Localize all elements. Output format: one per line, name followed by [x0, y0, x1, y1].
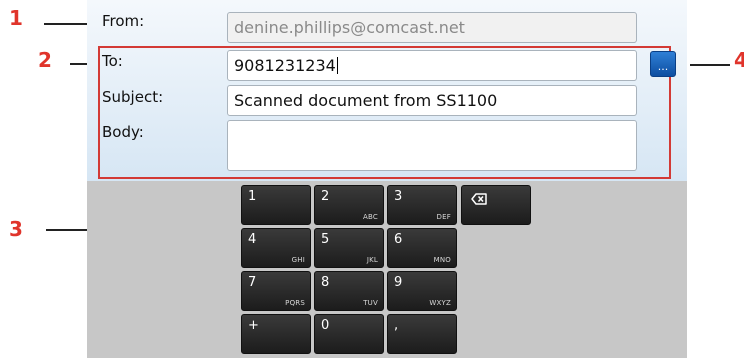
key-3-letters: DEF — [436, 213, 451, 221]
key-3-label: 3 — [394, 189, 403, 204]
key-2[interactable]: 2 ABC — [314, 185, 384, 225]
key-6-label: 6 — [394, 232, 403, 247]
callout-4: 4 — [734, 48, 744, 72]
callout-3: 3 — [9, 217, 23, 241]
from-value: denine.phillips@comcast.net — [234, 18, 465, 37]
backspace-key[interactable] — [461, 185, 531, 225]
key-plus[interactable]: + — [241, 314, 311, 354]
email-form: From: denine.phillips@comcast.net To: 90… — [87, 0, 687, 181]
key-6-letters: MNO — [433, 256, 451, 264]
key-1-label: 1 — [248, 189, 257, 204]
key-1[interactable]: 1 — [241, 185, 311, 225]
key-4-label: 4 — [248, 232, 257, 247]
key-7[interactable]: 7 PQRS — [241, 271, 311, 311]
key-7-label: 7 — [248, 275, 257, 290]
key-8-label: 8 — [321, 275, 330, 290]
callout-1: 1 — [9, 6, 23, 30]
key-9[interactable]: 9 WXYZ — [387, 271, 457, 311]
key-0-label: 0 — [321, 318, 330, 333]
key-0[interactable]: 0 — [314, 314, 384, 354]
key-2-letters: ABC — [363, 213, 378, 221]
backspace-icon — [471, 193, 487, 205]
key-9-label: 9 — [394, 275, 403, 290]
callout-4-line — [690, 64, 730, 66]
from-field: denine.phillips@comcast.net — [227, 12, 637, 43]
callout-2: 2 — [38, 48, 52, 72]
key-8-letters: TUV — [363, 299, 378, 307]
email-screen: From: denine.phillips@comcast.net To: 90… — [87, 0, 687, 358]
key-6[interactable]: 6 MNO — [387, 228, 457, 268]
key-4[interactable]: 4 GHI — [241, 228, 311, 268]
recipient-highlight-box — [98, 46, 671, 179]
ellipsis-icon: ... — [657, 60, 669, 73]
key-8[interactable]: 8 TUV — [314, 271, 384, 311]
contacts-button[interactable]: ... — [650, 51, 676, 77]
key-comma[interactable]: , — [387, 314, 457, 354]
key-5-letters: JKL — [366, 256, 378, 264]
key-5-label: 5 — [321, 232, 330, 247]
from-label: From: — [102, 12, 145, 30]
key-5[interactable]: 5 JKL — [314, 228, 384, 268]
key-7-letters: PQRS — [285, 299, 305, 307]
key-2-label: 2 — [321, 189, 330, 204]
key-4-letters: GHI — [291, 256, 305, 264]
key-3[interactable]: 3 DEF — [387, 185, 457, 225]
numeric-keypad: 1 2 ABC 3 DEF 4 GHI 5 JKL 6 MNO 7 PQRS 8… — [87, 181, 687, 358]
key-9-letters: WXYZ — [429, 299, 451, 307]
key-plus-label: + — [248, 318, 259, 333]
key-comma-label: , — [394, 318, 399, 333]
